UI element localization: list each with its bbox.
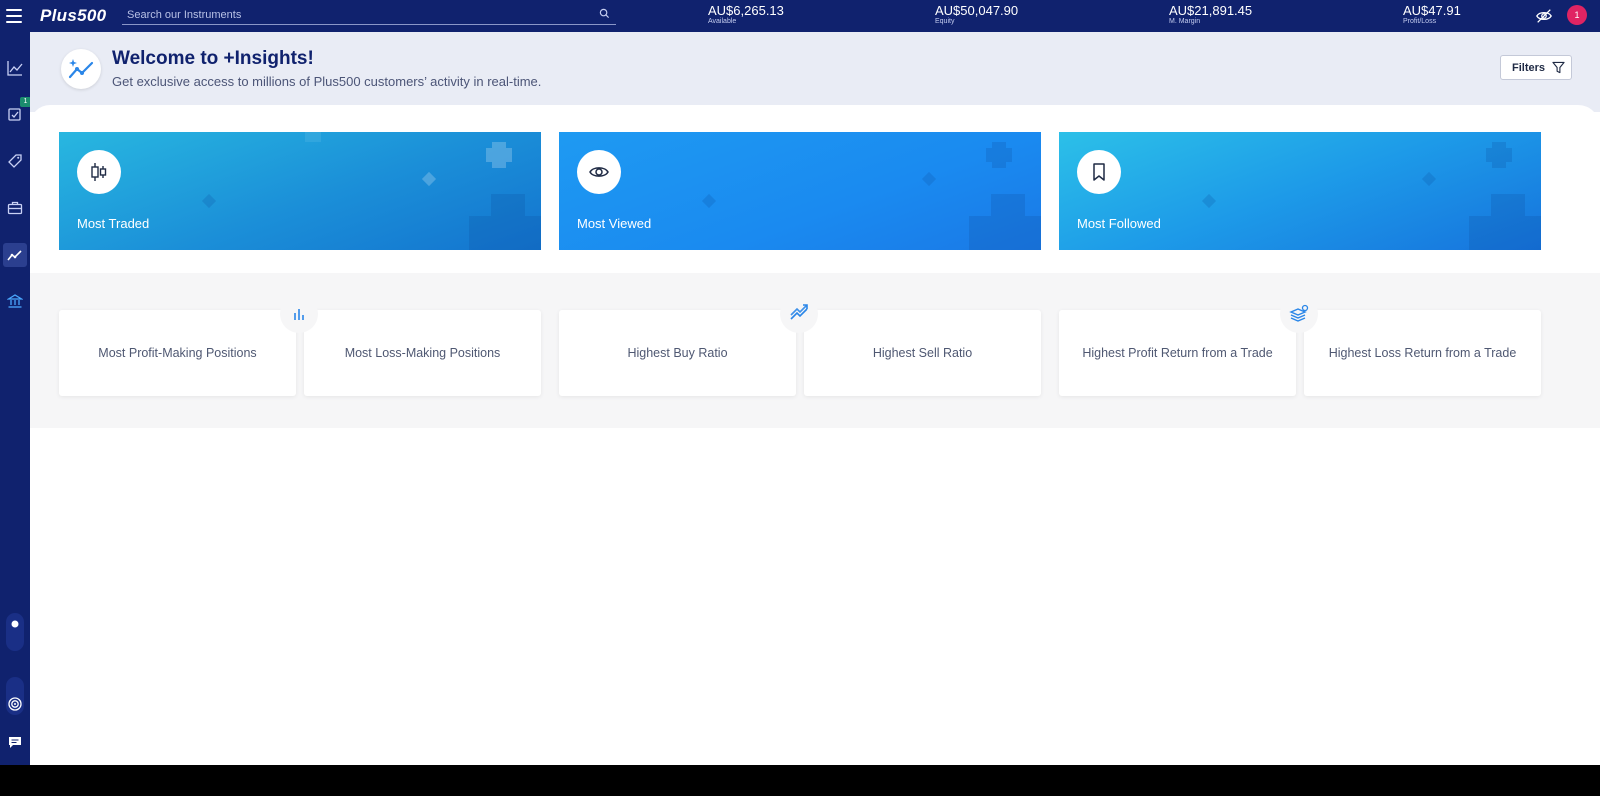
page-title: Welcome to +Insights!	[112, 48, 314, 69]
most-profit-making-card[interactable]: Most Profit-Making Positions	[59, 310, 296, 396]
stat-value: AU$21,891.45	[1169, 3, 1253, 18]
sidebar-item-chart[interactable]	[3, 56, 27, 80]
stat-equity: AU$50,047.90 Equity	[935, 4, 1018, 26]
highest-sell-ratio-card[interactable]: Highest Sell Ratio	[804, 310, 1041, 396]
sun-icon	[11, 620, 19, 628]
hamburger-menu-icon[interactable]	[6, 9, 22, 23]
highest-buy-ratio-card[interactable]: Highest Buy Ratio	[559, 310, 796, 396]
hero-icon-circle	[77, 150, 121, 194]
stat-profit-loss: AU$47.91 Profit/Loss	[1403, 4, 1461, 26]
ratio-pair-icon	[780, 295, 818, 333]
hero-label: Most Viewed	[577, 216, 652, 231]
watchlist-icon	[8, 108, 21, 121]
stat-available: AU$6,265.13 Available	[708, 4, 784, 26]
candlestick-icon	[91, 163, 107, 181]
stat-label: Profit/Loss	[1403, 18, 1437, 25]
profit-loss-pair-icon	[280, 295, 318, 333]
trend-up-icon	[790, 304, 808, 320]
plus-decoration-icon	[701, 142, 1041, 250]
insights-logo	[61, 49, 101, 89]
eye-off-icon[interactable]	[1535, 7, 1553, 25]
insights-sparkle-icon	[68, 59, 94, 79]
most-traded-card[interactable]: Most Traded	[59, 132, 541, 250]
coins-stack-icon	[1289, 304, 1309, 322]
plus-decoration-icon	[201, 132, 541, 250]
plus-decoration-icon	[1201, 142, 1541, 250]
left-sidebar: 1	[0, 32, 31, 765]
theme-toggle[interactable]	[6, 613, 24, 651]
top-bar: Plus500 AU$6,265.13 Available AU$50,047.…	[0, 0, 1600, 32]
bookmark-icon	[1093, 163, 1105, 181]
page-subtitle: Get exclusive access to millions of Plus…	[112, 74, 542, 89]
most-loss-making-card[interactable]: Most Loss-Making Positions	[304, 310, 541, 396]
plus500-logo[interactable]: Plus500	[40, 6, 106, 26]
bank-icon	[7, 294, 23, 308]
search-input[interactable]	[122, 6, 582, 24]
search-icon[interactable]	[599, 8, 610, 19]
tag-icon	[8, 154, 22, 168]
highest-loss-return-card[interactable]: Highest Loss Return from a Trade	[1304, 310, 1541, 396]
mode-toggle[interactable]	[6, 677, 24, 715]
filters-button[interactable]: Filters	[1500, 55, 1572, 80]
return-pair-icon	[1280, 295, 1318, 333]
eye-icon	[589, 167, 609, 177]
filter-icon	[1552, 61, 1565, 74]
stat-value: AU$47.91	[1403, 3, 1461, 18]
stat-label: Available	[708, 18, 737, 25]
notification-badge[interactable]: 1	[1567, 5, 1587, 25]
app-window: Plus500 AU$6,265.13 Available AU$50,047.…	[0, 0, 1600, 765]
hero-label: Most Followed	[1077, 216, 1161, 231]
insights-icon	[7, 250, 22, 261]
bar-chart-icon	[294, 309, 304, 320]
search-bar[interactable]	[122, 5, 616, 25]
most-followed-card[interactable]: Most Followed	[1059, 132, 1541, 250]
stat-label: M. Margin	[1169, 18, 1201, 25]
hero-label: Most Traded	[77, 216, 150, 231]
most-viewed-card[interactable]: Most Viewed	[559, 132, 1041, 250]
sidebar-item-insights[interactable]	[3, 243, 27, 267]
insight-cards-section: Most Profit-Making Positions Most Loss-M…	[30, 273, 1600, 428]
target-icon	[8, 697, 22, 711]
filters-label: Filters	[1512, 61, 1546, 74]
stat-value: AU$6,265.13	[708, 3, 784, 18]
chat-icon[interactable]	[8, 735, 22, 749]
stat-margin: AU$21,891.45 M. Margin	[1169, 4, 1252, 26]
sidebar-item-bank[interactable]	[3, 289, 27, 313]
hero-icon-circle	[1077, 150, 1121, 194]
stat-value: AU$50,047.90	[935, 3, 1019, 18]
sidebar-item-tag[interactable]	[3, 149, 27, 173]
sidebar-item-portfolio[interactable]	[3, 196, 27, 220]
hero-icon-circle	[577, 150, 621, 194]
highest-profit-return-card[interactable]: Highest Profit Return from a Trade	[1059, 310, 1296, 396]
stat-label: Equity	[935, 18, 955, 25]
insights-header: Welcome to +Insights! Get exclusive acce…	[30, 32, 1600, 112]
chart-line-icon	[7, 61, 23, 76]
briefcase-icon	[7, 201, 23, 215]
main-content: Most Traded Most Viewed Most Followed Mo…	[30, 105, 1600, 765]
